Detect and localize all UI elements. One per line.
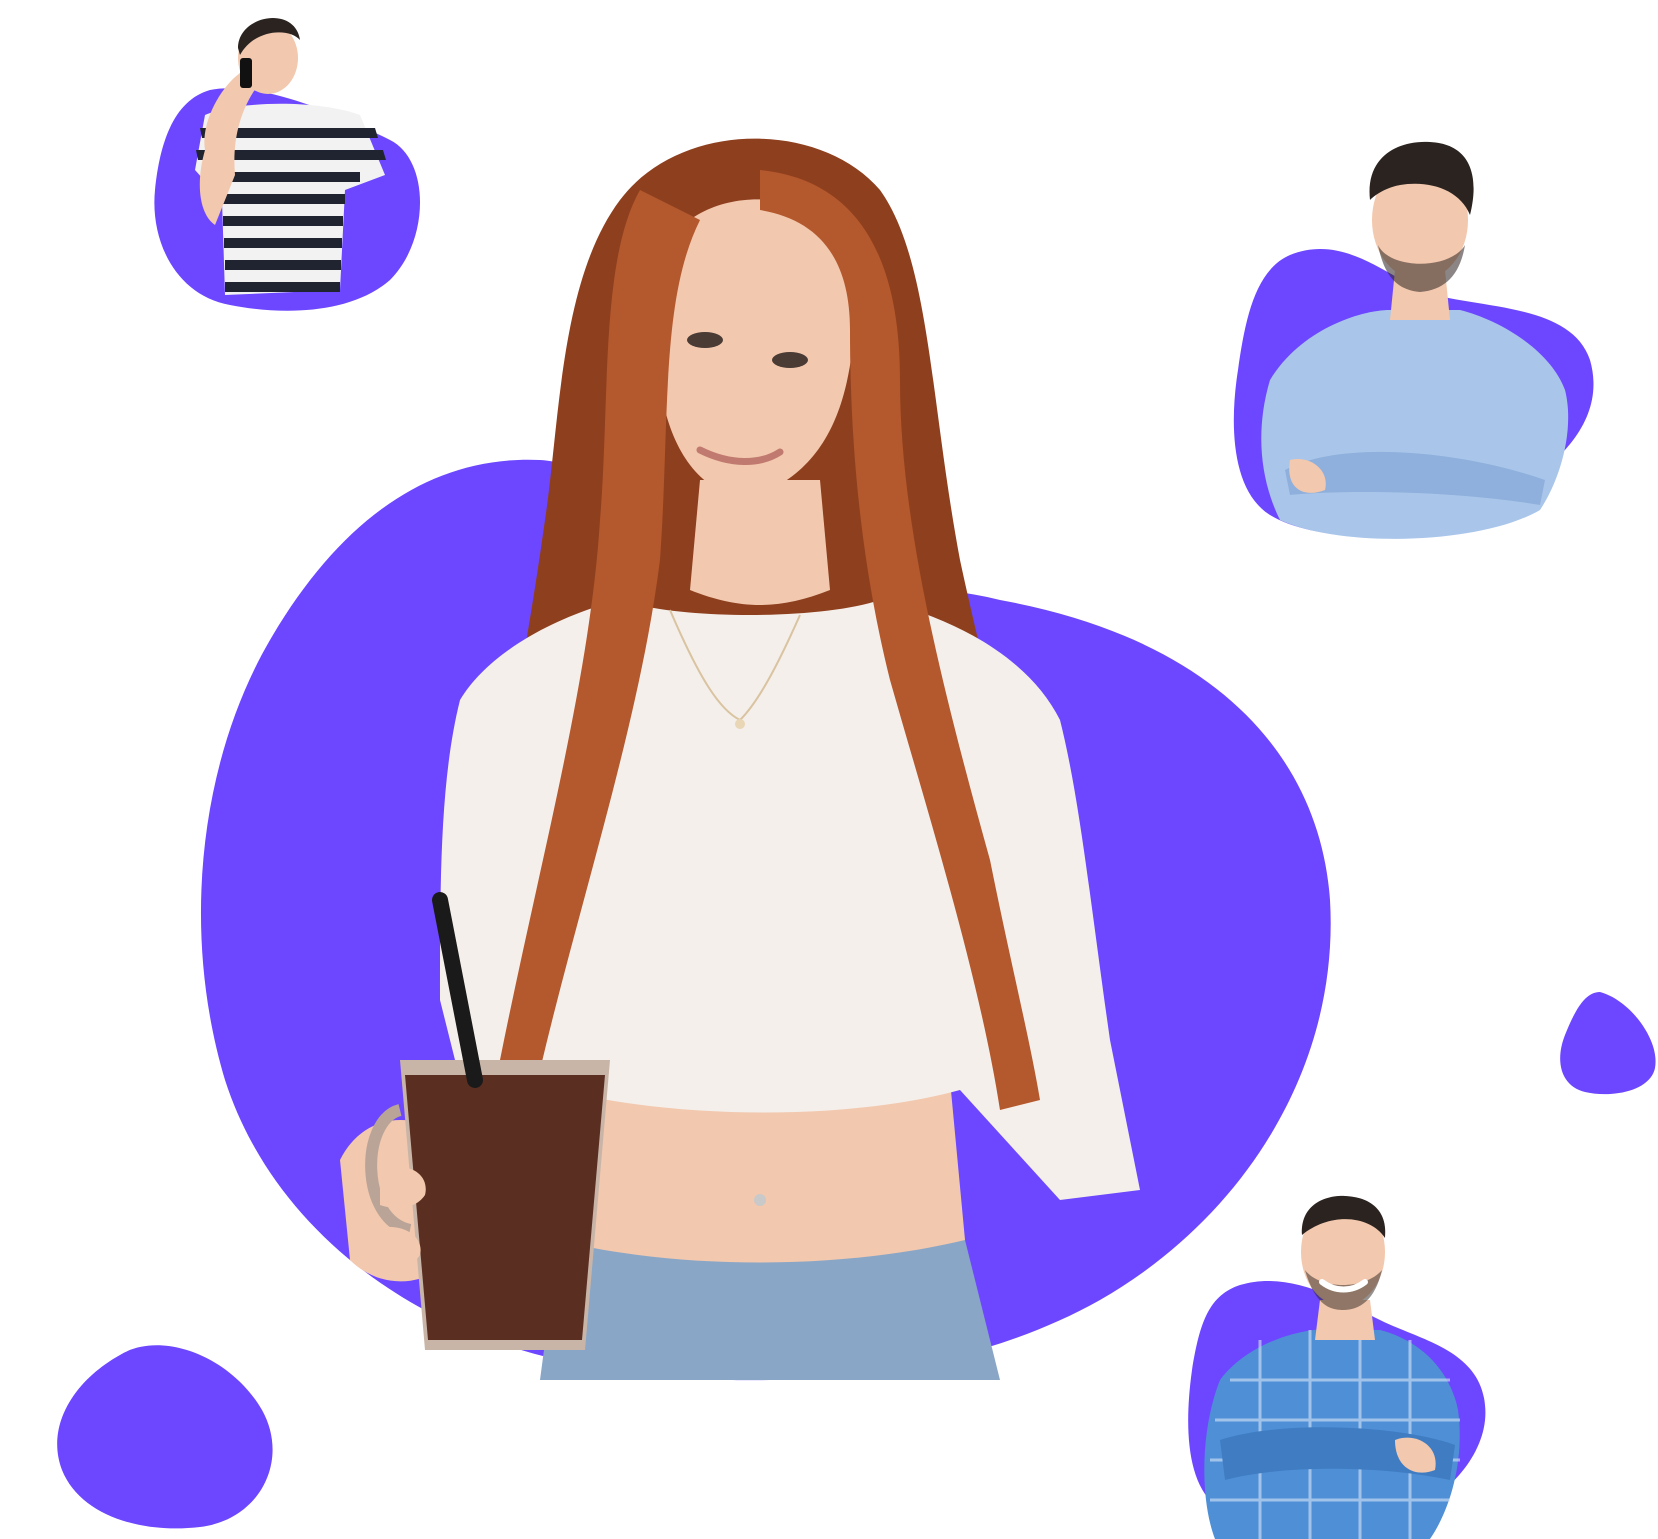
avatar-man-light-blue-shirt [1233, 141, 1594, 539]
navel-piercing [754, 1194, 766, 1206]
avatar-man-on-phone [154, 18, 420, 311]
woman-left-eye [687, 332, 723, 348]
avatar-man-plaid-shirt [1188, 1195, 1486, 1539]
phone-icon [240, 58, 252, 88]
avatar-2-shirt [1261, 310, 1569, 539]
woman-neck [690, 480, 830, 605]
small-blob-right [1560, 992, 1656, 1095]
small-blob-left [57, 1345, 273, 1529]
main-person-card [200, 138, 1331, 1381]
chocolate-drink [405, 1075, 605, 1340]
woman-right-eye [772, 352, 808, 368]
necklace-pendant [735, 719, 745, 729]
hero-illustration [57, 18, 1656, 1539]
